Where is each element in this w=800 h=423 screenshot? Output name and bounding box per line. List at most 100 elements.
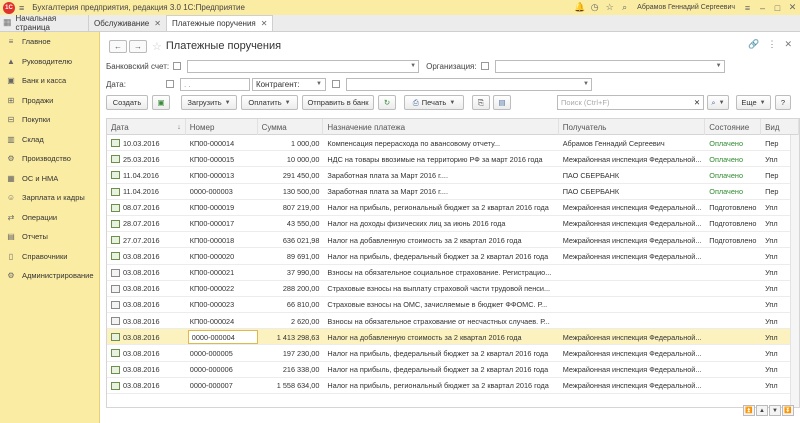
refresh-icon[interactable]: ↻ <box>378 95 396 110</box>
more-button[interactable]: Еще ▼ <box>736 95 771 110</box>
table-row[interactable]: 27.07.2016 КП00-000018 636 021,98 Налог на … <box>107 232 799 249</box>
bank-account-checkbox[interactable] <box>173 62 182 70</box>
menu-icon[interactable]: ≡ <box>19 3 24 13</box>
sidebar-item[interactable]: ▤ Отчеты <box>0 227 99 247</box>
close-icon[interactable]: ✕ <box>785 0 800 15</box>
chevron-down-icon[interactable]: ▼ <box>583 81 589 87</box>
table-row[interactable]: 03.08.2016 КП00-000020 89 691,00 Налог на п… <box>107 248 799 265</box>
chevron-down-icon[interactable]: ▼ <box>316 81 322 87</box>
search-options-button[interactable]: ⌕ ▼ <box>707 95 729 110</box>
column-header[interactable]: Сумма <box>258 119 324 135</box>
table-row[interactable]: 28.07.2016 КП00-000017 43 550,00 Налог на д… <box>107 216 799 233</box>
table-row[interactable]: 03.08.2016 КП00-000024 2 620,00 Взносы на о… <box>107 313 799 330</box>
sidebar-item[interactable]: ⊞ Продажи <box>0 91 99 111</box>
tab-label: Обслуживание <box>94 18 150 28</box>
sidebar-item[interactable]: ▥ Склад <box>0 130 99 150</box>
tab-service[interactable]: Обслуживание ✕ <box>88 15 166 31</box>
date-field[interactable]: . . <box>179 77 250 91</box>
sidebar-item[interactable]: ▲ Руководителю <box>0 52 99 72</box>
help-button[interactable]: ? <box>775 95 791 110</box>
vertical-scrollbar[interactable] <box>790 135 799 407</box>
table-row[interactable]: 11.04.2016 КП00-000013 291 450,00 Заработна… <box>107 167 799 184</box>
load-button[interactable]: Загрузить ▼ <box>181 95 237 110</box>
table-row[interactable]: 03.08.2016 КП00-000022 288 200,00 Страховые… <box>107 281 799 297</box>
table-row[interactable]: 08.07.2016 КП00-000019 807 219,00 Налог на … <box>107 200 799 216</box>
user-name[interactable]: Абрамов Геннадий Сергеевич <box>637 4 735 11</box>
clear-search-icon[interactable]: ✕ <box>691 95 703 110</box>
organization-field[interactable]: ▼ <box>494 59 725 73</box>
close-icon[interactable]: ✕ <box>784 39 792 50</box>
notifications-icon[interactable]: 🔔 <box>572 0 587 15</box>
column-header[interactable]: Назначение платежа <box>323 119 559 135</box>
sidebar-item[interactable]: ≡ Главное <box>0 32 99 52</box>
table-row[interactable]: 03.08.2016 0000-000005 197 230,00 Налог на … <box>107 345 799 362</box>
table-row[interactable]: 03.08.2016 0000-000006 216 338,00 Налог на … <box>107 362 799 378</box>
chevron-down-icon[interactable]: ▼ <box>716 63 722 69</box>
pay-button[interactable]: Оплатить ▼ <box>241 95 298 110</box>
history-icon[interactable]: ◷ <box>587 0 602 15</box>
more-icon[interactable]: ⋮ <box>767 39 776 50</box>
table-row[interactable]: 03.08.2016 0000-000007 1 558 634,00 Налог н… <box>107 378 799 394</box>
counterparty-checkbox[interactable] <box>331 80 340 88</box>
number-cell: 0000-000006 <box>186 362 258 378</box>
sidebar-item[interactable]: ☺ Зарплата и кадры <box>0 188 99 208</box>
send-bank-button[interactable]: Отправить в банк <box>302 95 374 110</box>
table-row[interactable]: 03.08.2016 КП00-000021 37 990,00 Взносы на … <box>107 265 799 281</box>
column-header[interactable]: Вид <box>761 119 799 135</box>
tab-home[interactable]: ▦ Начальная страница <box>0 14 88 32</box>
status-cell <box>705 362 761 378</box>
attachment-icon[interactable]: ⎘ <box>472 95 490 110</box>
load-label: Загрузить <box>187 98 222 107</box>
sidebar-item[interactable]: ▣ Банк и касса <box>0 71 99 91</box>
sort-desc-icon[interactable]: ↓ <box>177 124 181 131</box>
organization-checkbox[interactable] <box>480 62 489 70</box>
create-copy-icon[interactable]: ▣ <box>152 95 170 110</box>
column-header[interactable]: Номер <box>186 119 258 135</box>
column-header[interactable]: Состояние <box>705 119 762 135</box>
bank-account-field[interactable]: ▼ <box>187 59 420 73</box>
favorites-icon[interactable]: ☆ <box>602 0 617 15</box>
status-cell: Оплачено <box>709 154 743 164</box>
tab-payment-orders[interactable]: Платежные поручения ✕ <box>165 15 274 31</box>
forward-button[interactable]: → <box>129 39 147 53</box>
table-row[interactable]: 03.08.2016 КП00-000023 66 810,00 Страховые … <box>107 297 799 314</box>
counterparty-field[interactable]: ▼ <box>345 77 592 91</box>
table-row[interactable]: 03.08.2016 0000-000004 1 413 298,63 Налог н… <box>107 329 799 346</box>
sidebar-item[interactable]: ▦ ОС и НМА <box>0 169 99 189</box>
scroll-down-icon[interactable]: ▼ <box>769 405 781 416</box>
maximize-icon[interactable]: □ <box>770 0 785 15</box>
column-header[interactable]: Получатель <box>559 119 706 135</box>
sidebar-item[interactable]: ⇄ Операции <box>0 208 99 228</box>
table-row[interactable]: 25.03.2016 КП00-000015 10 000,00 НДС на тов… <box>107 151 799 168</box>
scroll-top-icon[interactable]: ⏫ <box>743 405 755 416</box>
date-checkbox[interactable] <box>165 80 174 88</box>
chevron-down-icon[interactable]: ▼ <box>410 63 416 69</box>
create-button[interactable]: Создать <box>106 95 148 110</box>
scroll-bottom-icon[interactable]: ⏬ <box>782 405 794 416</box>
minimize-icon[interactable]: – <box>755 0 770 15</box>
table-row[interactable]: 10.03.2016 КП00-000014 1 000,00 Компенсация… <box>107 135 799 152</box>
scroll-up-icon[interactable]: ▲ <box>756 405 768 416</box>
operations-icon: ⇄ <box>7 212 15 222</box>
date-cell: 10.03.2016 <box>107 135 186 151</box>
table-row[interactable]: 11.04.2016 0000-000003 130 500,00 Заработна… <box>107 184 799 200</box>
favorite-star-icon[interactable]: ☆ <box>152 40 162 53</box>
number-text: 0000-000003 <box>189 187 233 197</box>
search-input[interactable]: Поиск (Ctrl+F) <box>557 95 704 110</box>
number-cell-editor[interactable]: 0000-000004 <box>187 330 258 345</box>
close-icon[interactable]: ✕ <box>154 19 161 28</box>
print-button[interactable]: ⎙ Печать ▼ <box>404 95 464 110</box>
date-cell: 03.08.2016 <box>107 281 186 297</box>
sidebar-item[interactable]: ⊟ Покупки <box>0 110 99 130</box>
back-button[interactable]: ← <box>109 39 127 53</box>
search-icon[interactable]: ⌕ <box>617 0 632 15</box>
sidebar-item[interactable]: ⚙ Производство <box>0 149 99 169</box>
sidebar-item[interactable]: ⚙ Администрирование <box>0 266 99 286</box>
settings-icon[interactable]: ≡ <box>740 0 755 15</box>
close-icon[interactable]: ✕ <box>261 19 268 28</box>
sidebar-item[interactable]: ▯ Справочники <box>0 247 99 267</box>
column-header[interactable]: Дата ↓ <box>107 119 186 135</box>
link-icon[interactable]: 🔗 <box>748 39 759 50</box>
counterparty-select[interactable]: Контрагент: ▼ <box>251 77 326 91</box>
document-icon[interactable]: ▤ <box>493 95 511 110</box>
